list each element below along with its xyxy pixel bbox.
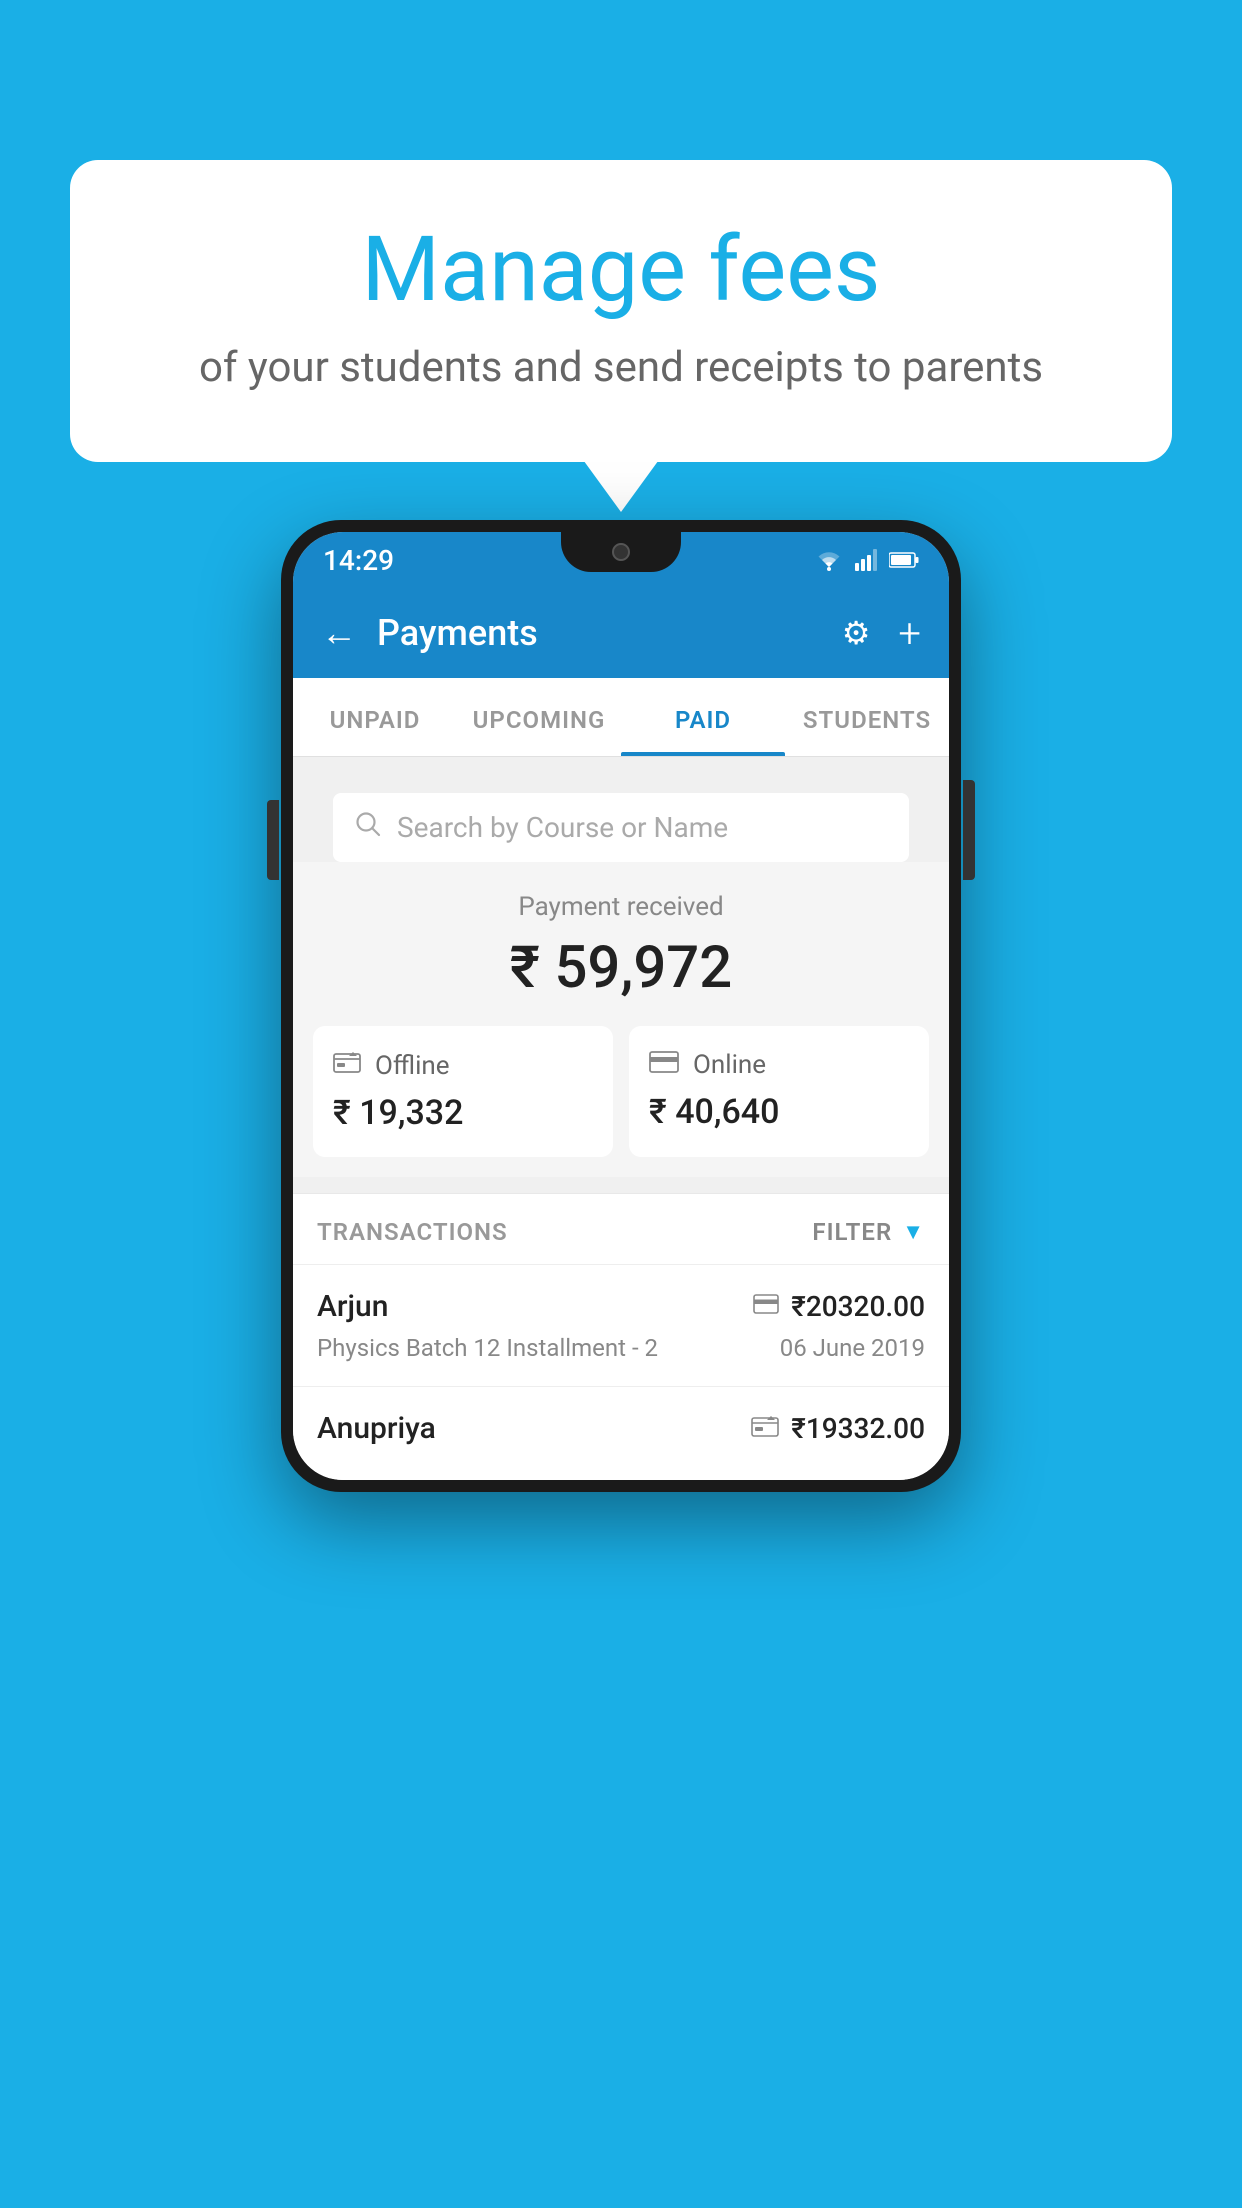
transaction-amount: ₹20320.00 bbox=[791, 1290, 925, 1323]
transaction-amount-wrap: ₹19332.00 bbox=[751, 1412, 925, 1445]
transaction-amount: ₹19332.00 bbox=[791, 1412, 925, 1445]
card-payment-icon bbox=[753, 1294, 779, 1320]
online-card-header: Online bbox=[649, 1050, 909, 1080]
tabs-bar: UNPAID UPCOMING PAID STUDENTS bbox=[293, 678, 949, 757]
wifi-icon bbox=[815, 549, 843, 571]
online-amount: ₹ 40,640 bbox=[649, 1092, 909, 1132]
status-bar: 14:29 bbox=[293, 532, 949, 588]
back-button[interactable]: ← bbox=[321, 612, 357, 654]
tab-unpaid[interactable]: UNPAID bbox=[293, 678, 457, 756]
transaction-date: 06 June 2019 bbox=[780, 1334, 925, 1362]
notch bbox=[561, 532, 681, 572]
front-camera bbox=[612, 543, 630, 561]
status-time: 14:29 bbox=[323, 544, 394, 577]
offline-payment-icon bbox=[751, 1414, 779, 1444]
filter-button[interactable]: FILTER ▼ bbox=[812, 1218, 925, 1246]
tab-upcoming[interactable]: UPCOMING bbox=[457, 678, 621, 756]
filter-label: FILTER bbox=[812, 1218, 892, 1246]
transaction-name: Arjun bbox=[317, 1289, 388, 1324]
table-row[interactable]: Anupriya ₹19332.00 bbox=[293, 1386, 949, 1480]
app-bar-icons: ⚙ + bbox=[842, 610, 921, 657]
transaction-top-row: Arjun ₹20320.00 bbox=[317, 1289, 925, 1324]
offline-card: Offline ₹ 19,332 bbox=[313, 1026, 613, 1157]
offline-payment-icon bbox=[333, 1050, 361, 1081]
transactions-label: TRANSACTIONS bbox=[317, 1218, 508, 1246]
transaction-name: Anupriya bbox=[317, 1411, 436, 1446]
online-card: Online ₹ 40,640 bbox=[629, 1026, 929, 1157]
transaction-amount-wrap: ₹20320.00 bbox=[753, 1290, 925, 1323]
phone-screen: 14:29 bbox=[293, 532, 949, 1480]
transaction-bottom-row: Physics Batch 12 Installment - 2 06 June… bbox=[317, 1334, 925, 1362]
transaction-top-row: Anupriya ₹19332.00 bbox=[317, 1411, 925, 1446]
payment-total-amount: ₹ 59,972 bbox=[313, 934, 929, 1002]
transaction-course: Physics Batch 12 Installment - 2 bbox=[317, 1334, 658, 1362]
search-bar[interactable]: Search by Course or Name bbox=[333, 793, 909, 862]
speech-bubble: Manage fees of your students and send re… bbox=[70, 160, 1172, 462]
settings-icon[interactable]: ⚙ bbox=[842, 614, 871, 652]
offline-type-label: Offline bbox=[375, 1051, 450, 1081]
bubble-title: Manage fees bbox=[150, 220, 1092, 319]
payment-cards: Offline ₹ 19,332 bbox=[313, 1026, 929, 1157]
phone-container: 14:29 bbox=[281, 520, 961, 1492]
online-payment-icon bbox=[649, 1050, 679, 1080]
add-icon[interactable]: + bbox=[898, 610, 921, 657]
app-bar-title: Payments bbox=[377, 612, 822, 654]
table-row[interactable]: Arjun ₹20320.00 Physics Batch 12 Install… bbox=[293, 1264, 949, 1386]
offline-amount: ₹ 19,332 bbox=[333, 1093, 593, 1133]
search-icon bbox=[355, 811, 381, 844]
status-icons bbox=[815, 549, 919, 571]
search-placeholder: Search by Course or Name bbox=[397, 811, 728, 844]
bubble-subtitle: of your students and send receipts to pa… bbox=[150, 343, 1092, 392]
tab-paid[interactable]: PAID bbox=[621, 678, 785, 756]
app-bar: ← Payments ⚙ + bbox=[293, 588, 949, 678]
transactions-header: TRANSACTIONS FILTER ▼ bbox=[293, 1193, 949, 1264]
signal-icon bbox=[855, 549, 877, 571]
offline-card-header: Offline bbox=[333, 1050, 593, 1081]
speech-bubble-section: Manage fees of your students and send re… bbox=[70, 160, 1172, 462]
phone-frame: 14:29 bbox=[281, 520, 961, 1492]
payment-received-label: Payment received bbox=[313, 892, 929, 922]
tab-students[interactable]: STUDENTS bbox=[785, 678, 949, 756]
filter-icon: ▼ bbox=[902, 1219, 925, 1245]
battery-icon bbox=[889, 551, 919, 569]
payment-summary: Payment received ₹ 59,972 bbox=[293, 862, 949, 1177]
online-type-label: Online bbox=[693, 1050, 766, 1080]
